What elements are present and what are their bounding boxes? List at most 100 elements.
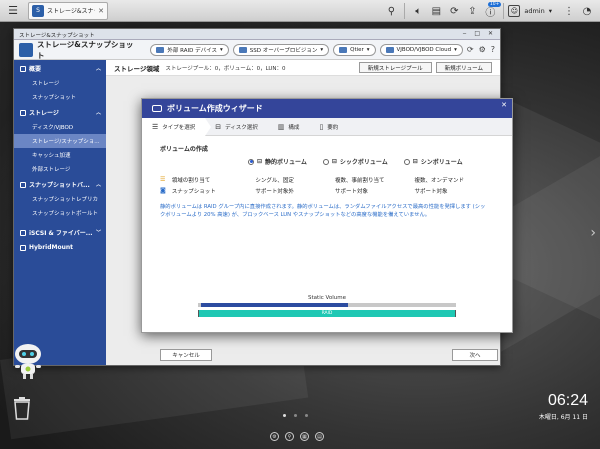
dashboard-icon[interactable]: ◔ xyxy=(578,0,596,22)
static-volume-label: Static Volume xyxy=(308,295,346,301)
cancel-button[interactable]: キャンセル xyxy=(160,349,212,361)
sync-icon[interactable]: ⟳ xyxy=(445,0,463,22)
ssd-icon xyxy=(238,46,247,53)
feature-row-snapshot: ◙ スナップショット サポート対象外 サポート対象 サポート対象 xyxy=(160,187,448,195)
desktop-pager xyxy=(283,414,308,417)
search-icon[interactable]: ⚲ xyxy=(382,0,400,22)
overview-icon xyxy=(20,65,26,72)
summary-icon: ▯ xyxy=(319,122,324,131)
divider xyxy=(404,3,406,19)
chevron-right-icon[interactable]: › xyxy=(590,225,596,241)
options-icon[interactable]: ⋮ xyxy=(560,0,578,22)
dialog-title: ボリューム作成ウィザード xyxy=(167,104,263,113)
sidebar-item-snapshot-replica[interactable]: スナップショットレプリカ xyxy=(14,192,106,206)
section-title: ボリュームの作成 xyxy=(160,146,208,153)
close-tab-icon[interactable]: ✕ xyxy=(98,7,104,15)
app-logo xyxy=(19,42,33,57)
sidebar-group-snapshot-backup[interactable]: スナップショットバ... ︿ xyxy=(14,176,106,192)
new-storage-pool-button[interactable]: 新規ストレージプール xyxy=(358,62,432,73)
vjbod-button[interactable]: VJBOD/VJBOD Cloud ▾ xyxy=(379,43,463,56)
content-subtitle: ストレージプール：0，ボリューム：0，LUN：0 xyxy=(165,65,286,72)
window-controls[interactable]: ‒ □ ✕ xyxy=(463,30,496,37)
step-summary: ▯ 要約 xyxy=(319,122,339,131)
notification-badge: 10+ xyxy=(487,2,502,7)
sidebar-item-storage[interactable]: ストレージ xyxy=(14,76,106,90)
sidebar-group-overview[interactable]: 概要 ︿ xyxy=(14,60,106,76)
clock-time: 06:24 xyxy=(547,392,588,409)
taskbar-app-tab[interactable]: S ストレージ&スナップ... ✕ xyxy=(28,1,108,20)
volume-bar xyxy=(198,303,456,307)
dock-settings-icon[interactable]: ⚙ xyxy=(270,432,279,441)
help-icon[interactable]: ? xyxy=(491,45,495,54)
page-dot[interactable] xyxy=(283,414,286,417)
next-button[interactable]: 次へ xyxy=(452,349,498,361)
user-icon: ☺ xyxy=(508,5,521,17)
volume-creation-wizard: ボリューム作成ウィザード ✕ ☰ タイプを選択 ⊟ ディスク選択 ▥ 構成 ▯ 要約 ボ… xyxy=(141,98,513,361)
user-menu[interactable]: ☺ admin ▾ xyxy=(508,5,552,17)
trash-icon[interactable] xyxy=(12,396,32,420)
volume-diagram: RAID xyxy=(198,303,456,317)
hybridmount-icon xyxy=(20,244,26,251)
dialog-titlebar: ボリューム作成ウィザード ✕ xyxy=(142,99,512,118)
background-tasks-icon[interactable]: ▤ xyxy=(427,0,445,22)
window-titlebar[interactable]: ストレージ&スナップショット ‒ □ ✕ xyxy=(14,29,500,40)
volume-icon: ⊟ xyxy=(331,158,337,165)
sidebar-item-cache[interactable]: キャッシュ加速 xyxy=(14,148,106,162)
snapshot-icon xyxy=(20,181,26,188)
sidebar-group-iscsi[interactable]: iSCSI & ファイバー... ﹀ xyxy=(14,224,106,240)
vjbod-icon xyxy=(385,46,394,53)
radio-thick-volume[interactable]: ⊟ シックボリューム xyxy=(322,157,388,166)
sidebar-group-storage[interactable]: ストレージ ︿ xyxy=(14,104,106,120)
allocation-icon: ☰ xyxy=(160,176,166,183)
divider xyxy=(503,3,505,19)
step-configure: ▥ 構成 xyxy=(277,122,300,131)
taskbar-app-label: ストレージ&スナップ... xyxy=(47,8,95,15)
dock-search-icon[interactable]: ⚲ xyxy=(285,432,294,441)
external-raid-button[interactable]: 外部 RAID デバイス ▾ xyxy=(150,43,229,56)
sidebar-item-snapshot[interactable]: スナップショット xyxy=(14,90,106,104)
content-title: ストレージ領域 xyxy=(114,64,160,73)
ssd-overprovision-button[interactable]: SSD オーバープロビジョン ▾ xyxy=(232,43,330,56)
sidebar-item-snapshot-vault[interactable]: スナップショットボールト xyxy=(14,206,106,220)
sidebar-item-storage-snapshots[interactable]: ストレージ/スナップショ... xyxy=(14,134,106,148)
page-dot[interactable] xyxy=(305,414,308,417)
drive-icon xyxy=(152,105,162,112)
sidebar-item-disks[interactable]: ディスク/VJBOD xyxy=(14,120,106,134)
notification-icon[interactable]: ⓘ 10+ xyxy=(481,0,502,22)
raid-icon xyxy=(156,46,165,53)
qtier-icon xyxy=(339,46,348,53)
raid-bar: RAID xyxy=(198,310,456,317)
step-select-type: ☰ タイプを選択 xyxy=(142,117,212,136)
disk-icon: ⊟ xyxy=(215,122,222,131)
volume-icon[interactable]: 🔈︎ xyxy=(409,0,427,22)
sidebar-group-hybridmount[interactable]: HybridMount xyxy=(14,240,106,254)
main-menu-icon[interactable]: ☰ xyxy=(4,2,22,20)
app-header: ストレージ&スナップショット 外部 RAID デバイス ▾ SSD オーバープロビ… xyxy=(14,40,500,60)
page-dot[interactable] xyxy=(294,414,297,417)
dock-info-icon[interactable]: ▤ xyxy=(315,432,324,441)
sidebar-item-external[interactable]: 外部ストレージ xyxy=(14,162,106,176)
snapshot-icon: ◙ xyxy=(160,187,166,194)
chevron-down-icon: ▾ xyxy=(548,7,552,15)
qtier-button[interactable]: Qtier ▾ xyxy=(333,43,376,56)
volume-bar-fill xyxy=(201,303,349,307)
bottom-dock: ⚙ ⚲ ▦ ▤ xyxy=(270,432,324,441)
storage-app-icon: S xyxy=(32,4,44,17)
robot-assistant-icon[interactable] xyxy=(10,342,46,380)
step-select-disk: ⊟ ディスク選択 xyxy=(215,122,258,131)
volume-description: 静的ボリュームは RAID グループ内に直接作成されます。静的ボリュームは、ラン… xyxy=(160,204,486,218)
list-icon: ☰ xyxy=(152,122,159,131)
external-device-icon[interactable]: ⇪ xyxy=(463,0,481,22)
radio-static-volume[interactable]: ⊟ 静的ボリューム xyxy=(248,157,307,166)
refresh-icon[interactable]: ⟳ xyxy=(467,45,474,54)
settings-icon[interactable]: ⚙ xyxy=(479,45,486,54)
radio-thin-volume[interactable]: ⊟ シンボリューム xyxy=(403,157,463,166)
feature-row-allocation: ☰ 領域の割り当て シングル、固定 複数、事前割り当て 複数、オンデマンド xyxy=(160,176,464,184)
close-icon[interactable]: ✕ xyxy=(501,101,507,109)
new-volume-button[interactable]: 新規ボリューム xyxy=(435,62,492,73)
dock-apps-icon[interactable]: ▦ xyxy=(300,432,309,441)
clock-date: 木曜日, 6月 11 日 xyxy=(538,414,588,421)
storage-icon xyxy=(20,109,26,116)
admin-label: admin xyxy=(524,7,545,15)
top-taskbar: ☰ S ストレージ&スナップ... ✕ ⚲ 🔈︎ ▤ ⟳ ⇪ ⓘ10+ ☺ ad… xyxy=(0,0,600,22)
